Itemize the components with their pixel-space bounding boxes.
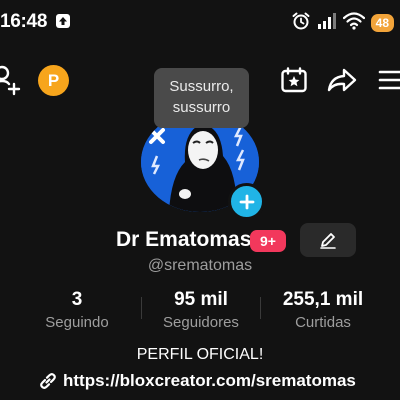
profile-link[interactable]: https://bloxcreator.com/srematomas (38, 369, 356, 393)
tooltip: Sussurro, sussurro (154, 68, 249, 128)
edit-profile-button[interactable] (300, 223, 356, 257)
signal-icon (317, 12, 337, 35)
stat-followers[interactable]: 95 mil Seguidores (151, 289, 251, 331)
stats-row: 3 Seguindo 95 mil Seguidores 255,1 mil C… (0, 289, 400, 334)
username: @srematomas (147, 257, 253, 274)
bio: PERFIL OFICIAL! (136, 346, 264, 363)
pencil-icon (320, 233, 336, 249)
add-friend-icon[interactable] (0, 64, 22, 101)
stat-label: Curtidas (295, 314, 351, 331)
upload-icon (56, 14, 70, 28)
stat-label: Seguindo (45, 314, 109, 331)
notification-badge[interactable]: 9+ (250, 230, 286, 252)
stat-label: Seguidores (163, 314, 239, 331)
stat-value: 255,1 mil (282, 289, 364, 310)
divider (260, 297, 261, 319)
link-text[interactable]: https://bloxcreator.com/srematomas (63, 371, 356, 391)
alarm-icon (291, 11, 311, 36)
status-icons: 48 (291, 11, 394, 35)
stat-following[interactable]: 3 Seguindo (27, 289, 127, 331)
toolbar-right (270, 62, 400, 98)
add-avatar-button[interactable] (228, 183, 265, 220)
stat-value: 3 (71, 289, 83, 310)
link-icon (40, 373, 56, 389)
share-icon[interactable] (318, 62, 366, 98)
status-bar: 16:48 48 (0, 0, 400, 46)
name-row: Dr Ematomas 9+ (0, 223, 400, 257)
stat-likes[interactable]: 255,1 mil Curtidas (268, 289, 378, 331)
display-name: Dr Ematomas (116, 228, 252, 251)
status-time: 16:48 (0, 11, 48, 32)
wifi-icon (342, 11, 365, 35)
stat-value: 95 mil (174, 289, 228, 310)
points-icon[interactable]: P (38, 65, 69, 96)
divider (141, 297, 142, 319)
battery-badge: 48 (370, 14, 394, 32)
menu-icon[interactable] (366, 62, 400, 98)
calendar-star-icon[interactable] (270, 62, 318, 98)
